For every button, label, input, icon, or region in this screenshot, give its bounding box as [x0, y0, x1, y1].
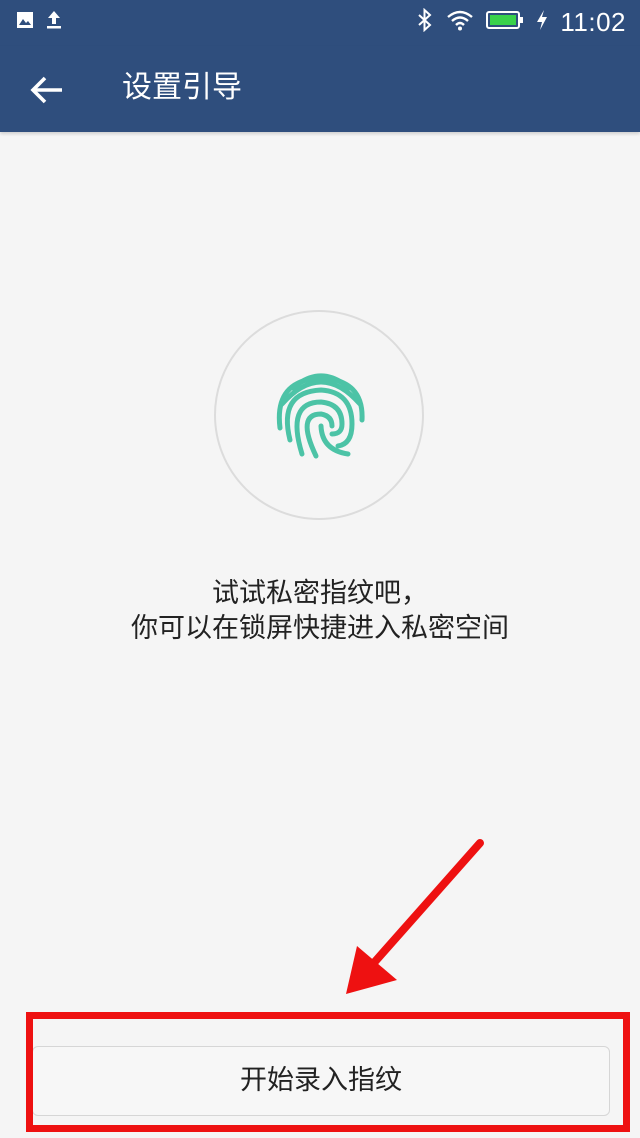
- annotation-arrow: [346, 839, 484, 994]
- start-enroll-fingerprint-button[interactable]: 开始录入指纹: [32, 1046, 610, 1116]
- wifi-icon: [446, 9, 474, 35]
- page-title: 设置引导: [122, 70, 242, 105]
- back-arrow-icon[interactable]: [28, 70, 68, 110]
- fingerprint-icon: [276, 373, 365, 459]
- charging-icon: [536, 9, 548, 35]
- upload-icon: [46, 10, 62, 34]
- status-bar: 11:02: [0, 0, 640, 46]
- fingerprint-badge: [214, 310, 424, 520]
- bluetooth-icon: [416, 7, 434, 36]
- image-icon: [16, 11, 34, 33]
- message-line-2: 你可以在锁屏快捷进入私密空间: [131, 613, 509, 644]
- message-line-1: 试试私密指纹吧，: [212, 578, 428, 609]
- clock: 11:02: [560, 6, 626, 37]
- battery-icon: [486, 10, 524, 34]
- app-bar: 设置引导: [0, 46, 640, 132]
